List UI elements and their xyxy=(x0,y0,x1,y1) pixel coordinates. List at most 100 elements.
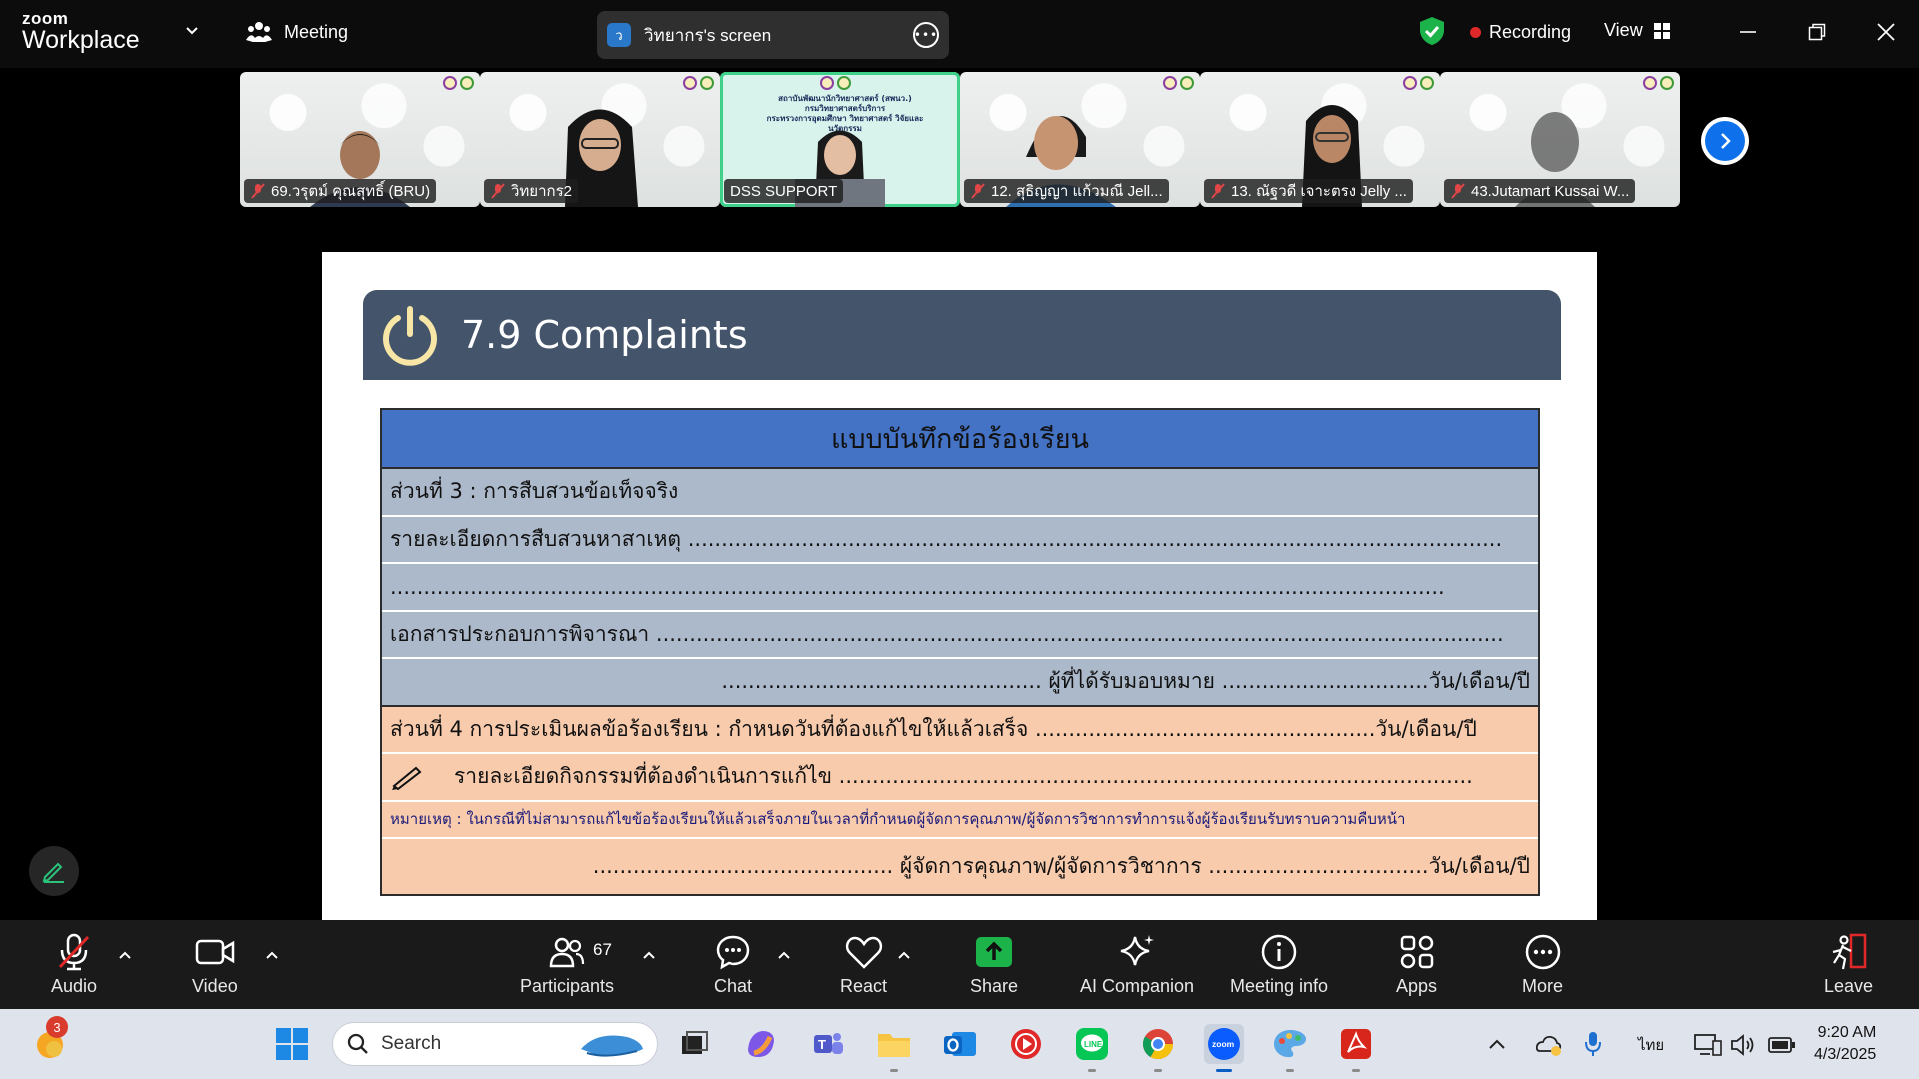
chevron-down-icon[interactable] xyxy=(184,23,200,39)
audio-button[interactable]: Audio xyxy=(51,932,97,997)
video-button[interactable]: Video xyxy=(192,932,238,997)
chrome-icon xyxy=(1142,1029,1173,1060)
clock-date: 4/3/2025 xyxy=(1814,1045,1877,1063)
participant-tile[interactable]: 43.Jutamart Kussai W... xyxy=(1440,72,1680,207)
share-button[interactable]: Share xyxy=(970,932,1018,997)
chevron-up-icon[interactable] xyxy=(265,948,279,962)
ai-companion-button[interactable]: AI Companion xyxy=(1080,932,1194,997)
mic-muted-icon xyxy=(251,183,265,199)
outlook-icon xyxy=(944,1032,976,1056)
file-explorer-app[interactable] xyxy=(874,1024,914,1072)
line-app[interactable]: LINE xyxy=(1072,1024,1112,1072)
brand-top: zoom xyxy=(22,9,69,28)
outlook-app[interactable] xyxy=(940,1024,980,1064)
form-row-text: รายละเอียดกิจกรรมที่ต้องดำเนินการแก้ไข .… xyxy=(454,764,1473,789)
chevron-up-icon[interactable] xyxy=(1488,1037,1506,1051)
participant-tile[interactable]: วิทยากร2 xyxy=(480,72,720,207)
close-button[interactable] xyxy=(1870,16,1902,48)
restore-button[interactable] xyxy=(1801,16,1833,48)
system-clock[interactable]: 9:20 AM 4/3/2025 xyxy=(1814,1022,1876,1065)
participant-name: 43.Jutamart Kussai W... xyxy=(1471,182,1630,200)
more-icon xyxy=(1525,934,1560,970)
participant-name-tag: 12. สุธิญญา แก้วมณี Jell... xyxy=(964,179,1169,203)
start-button[interactable] xyxy=(272,1024,312,1064)
line-chat-icon: LINE xyxy=(1076,1028,1108,1060)
screen-share-label: วิทยากร's screen xyxy=(644,25,772,45)
form-row: ........................................… xyxy=(382,838,1538,894)
ai-companion-label: AI Companion xyxy=(1080,976,1195,996)
paint-app[interactable] xyxy=(1270,1024,1310,1072)
shared-screen: 7.9 Complaints แบบบันทึกข้อร้องเรียน ส่ว… xyxy=(322,252,1597,920)
participant-strip: 69.วรุตม์ คุณสุทธิ์ (BRU) วิทยากร2 สถาบั… xyxy=(240,72,1680,207)
more-button[interactable]: More xyxy=(1522,932,1563,997)
power-icon xyxy=(383,306,437,366)
taskbar-search[interactable]: Search xyxy=(332,1022,658,1066)
chevron-up-icon[interactable] xyxy=(118,948,132,962)
apps-button[interactable]: Apps xyxy=(1396,932,1437,997)
zoom-app[interactable]: zoom xyxy=(1204,1024,1244,1072)
annotate-button[interactable] xyxy=(29,846,79,896)
sharer-avatar: ว xyxy=(607,23,631,47)
chevron-right-icon xyxy=(1721,133,1731,149)
chat-button[interactable]: Chat xyxy=(714,932,752,997)
play-circle-icon xyxy=(1011,1029,1041,1059)
recording-indicator[interactable]: Recording xyxy=(1470,22,1571,43)
more-options-icon[interactable]: ••• xyxy=(913,22,939,48)
network-icon[interactable] xyxy=(1694,1033,1722,1057)
meeting-menu-button[interactable]: Meeting xyxy=(246,20,348,44)
acrobat-app[interactable] xyxy=(1336,1024,1376,1072)
screen-share-indicator[interactable]: ว วิทยากร's screen ••• xyxy=(597,11,949,59)
meeting-label: Meeting xyxy=(284,21,349,42)
task-view-button[interactable] xyxy=(674,1024,714,1064)
react-label: React xyxy=(840,976,888,996)
chevron-up-icon[interactable] xyxy=(777,948,791,962)
apps-label: Apps xyxy=(1396,976,1438,996)
next-page-button[interactable] xyxy=(1701,117,1749,165)
video-camera-icon xyxy=(195,939,235,965)
pdf-icon xyxy=(1341,1029,1371,1059)
media-player-app[interactable] xyxy=(1006,1024,1046,1064)
copilot-app[interactable] xyxy=(741,1024,781,1064)
zoom-icon: zoom xyxy=(1208,1028,1240,1060)
participant-tile-active-speaker[interactable]: สถาบันพัฒนานักวิทยาศาสตร์ (สพนว.) กรมวิท… xyxy=(720,72,960,207)
chrome-app[interactable] xyxy=(1138,1024,1178,1072)
meeting-controls: Audio Video Participants Chat React Shar… xyxy=(0,920,1919,1009)
chat-label: Chat xyxy=(714,976,753,996)
onedrive-warning-icon[interactable] xyxy=(1536,1033,1562,1057)
pencil-icon xyxy=(392,766,422,790)
video-label: Video xyxy=(192,976,238,996)
input-language[interactable]: ไทย xyxy=(1638,1033,1664,1057)
volume-icon[interactable] xyxy=(1730,1033,1756,1057)
record-dot-icon xyxy=(1470,27,1481,38)
form-row: รายละเอียดการสืบสวนหาสาเหตุ ............… xyxy=(382,516,1538,564)
leave-label: Leave xyxy=(1824,976,1874,996)
complaint-form-table: แบบบันทึกข้อร้องเรียน ส่วนที่ 3 : การสืบ… xyxy=(380,408,1540,896)
recording-label: Recording xyxy=(1489,22,1572,42)
teams-app[interactable]: T xyxy=(808,1024,848,1064)
slide-title-bar: 7.9 Complaints xyxy=(363,290,1561,380)
org-logos xyxy=(1643,76,1674,90)
windows-logo-icon xyxy=(276,1028,308,1060)
teams-icon: T xyxy=(814,1033,843,1054)
participant-name-tag: 43.Jutamart Kussai W... xyxy=(1444,179,1636,203)
view-button[interactable]: View xyxy=(1604,20,1671,41)
react-button[interactable]: React xyxy=(840,932,887,997)
chevron-up-icon[interactable] xyxy=(642,948,656,962)
participant-tile[interactable]: 12. สุธิญญา แก้วมณี Jell... xyxy=(960,72,1200,207)
chevron-up-icon[interactable] xyxy=(897,948,911,962)
meeting-info-button[interactable]: Meeting info xyxy=(1230,932,1328,997)
share-letterbox xyxy=(322,210,1597,252)
participant-name-tag: 13. ณัฐวดี เจาะตรง Jelly ... xyxy=(1204,179,1413,203)
grid-view-icon xyxy=(1653,22,1670,39)
shield-check-icon[interactable] xyxy=(1418,16,1446,46)
leave-button[interactable]: Leave xyxy=(1824,932,1873,997)
participant-tile[interactable]: 69.วรุตม์ คุณสุทธิ์ (BRU) xyxy=(240,72,480,207)
chat-bubble-icon xyxy=(716,935,750,970)
minimize-button[interactable] xyxy=(1732,16,1764,48)
battery-icon[interactable] xyxy=(1768,1036,1796,1054)
microphone-icon[interactable] xyxy=(1584,1031,1602,1057)
participant-name: วิทยากร2 xyxy=(511,183,573,200)
participant-tile[interactable]: 13. ณัฐวดี เจาะตรง Jelly ... xyxy=(1200,72,1440,207)
folder-icon xyxy=(878,1034,910,1057)
apps-grid-icon xyxy=(1400,935,1433,969)
